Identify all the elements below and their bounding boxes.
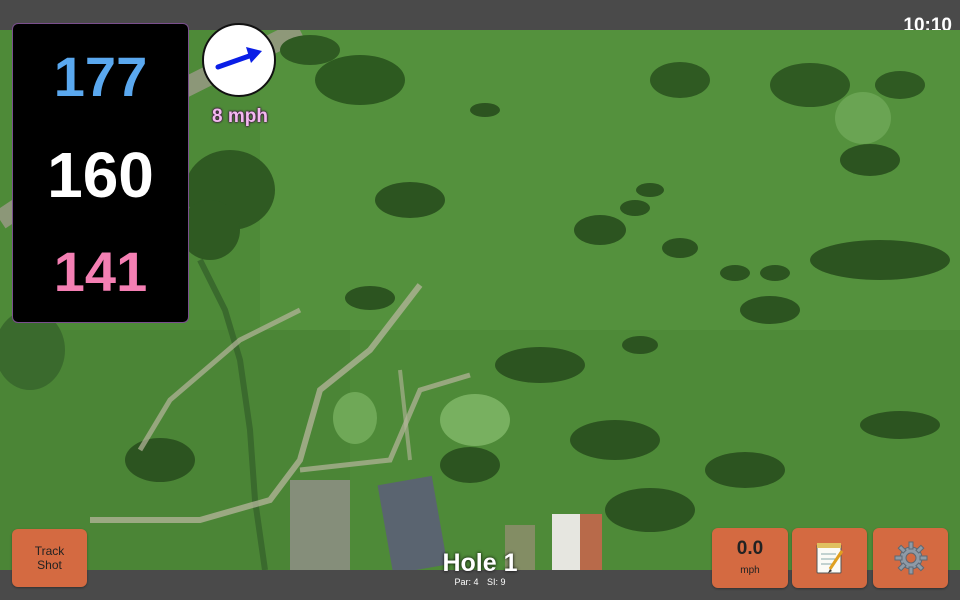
speed-button[interactable]: 0.0 mph: [712, 528, 788, 588]
wind-speed-label: 8 mph: [212, 106, 268, 127]
notepad-icon: [816, 543, 844, 574]
wind-arrow-icon: [215, 47, 262, 70]
gear-icon: [894, 541, 928, 575]
track-shot-button[interactable]: Track Shot: [12, 529, 87, 587]
notes-button[interactable]: [792, 528, 867, 588]
hole-par: Par: 4: [454, 577, 479, 587]
speed-unit: mph: [740, 565, 760, 576]
track-shot-label: Track Shot: [34, 544, 65, 572]
settings-button[interactable]: [873, 528, 948, 588]
distance-front: 141: [53, 240, 148, 303]
hole-stroke-index: SI: 9: [487, 577, 506, 587]
distance-panel[interactable]: 177 160 141: [12, 23, 189, 323]
speed-value: 0.0: [736, 538, 764, 559]
hole-title: Hole 1: [442, 549, 518, 577]
hole-meta: Par: 4 SI: 9: [380, 577, 580, 587]
wind-direction-dial[interactable]: [202, 23, 276, 97]
distance-back: 177: [53, 45, 148, 108]
distance-center: 160: [47, 139, 154, 211]
